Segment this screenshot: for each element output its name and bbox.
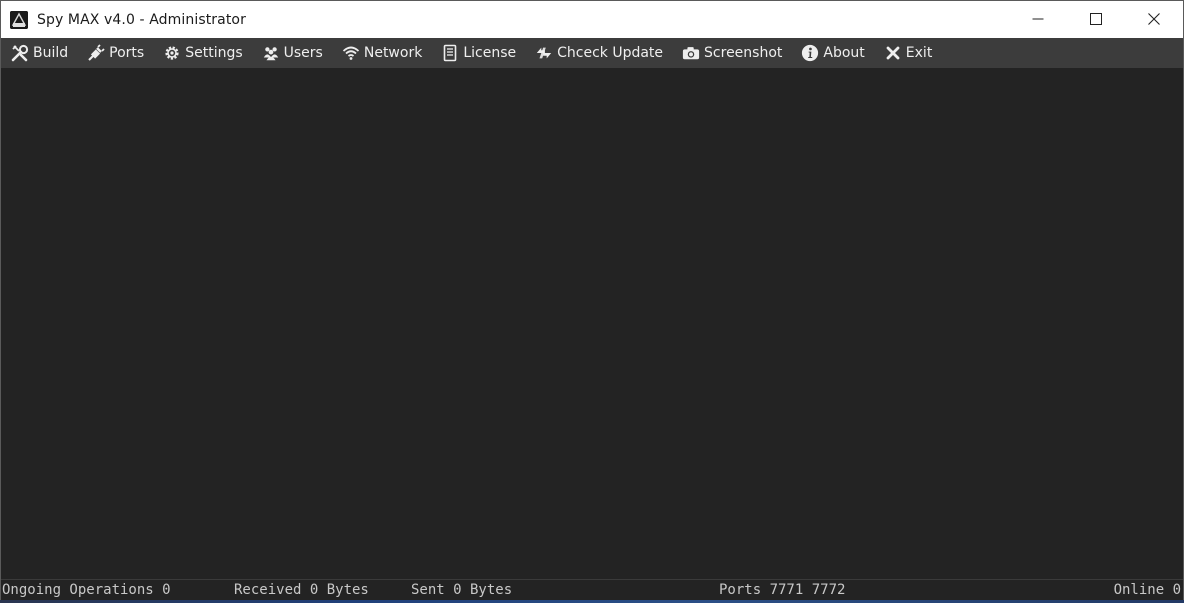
menu-build-label: Build: [33, 45, 69, 61]
status-bar: Ongoing Operations 0 Received 0 Bytes Se…: [1, 579, 1183, 602]
status-ongoing-operations: Ongoing Operations 0: [2, 582, 171, 598]
minimize-button[interactable]: [1009, 1, 1067, 38]
menu-bar: Build Ports Settings Users Network Licen…: [1, 38, 1183, 68]
menu-exit[interactable]: Exit: [884, 38, 933, 68]
main-content-area[interactable]: [1, 68, 1183, 579]
menu-about-label: About: [823, 45, 865, 61]
menu-users[interactable]: Users: [262, 38, 323, 68]
minimize-icon: [1032, 10, 1044, 29]
menu-screenshot[interactable]: Screenshot: [682, 38, 782, 68]
menu-check-update[interactable]: Chceck Update: [535, 38, 663, 68]
document-icon: [441, 44, 459, 62]
camera-icon: [682, 44, 700, 62]
close-icon: [1148, 10, 1160, 29]
gear-icon: [163, 44, 181, 62]
menu-build[interactable]: Build: [11, 38, 68, 68]
info-icon: [801, 44, 819, 62]
status-ports: Ports 7771 7772: [719, 582, 846, 598]
status-received-bytes: Received 0 Bytes: [234, 582, 369, 598]
menu-network-label: Network: [363, 45, 423, 61]
maximize-icon: [1090, 10, 1102, 29]
app-window: Spy MAX v4.0 - Administrator Build Ports…: [0, 0, 1184, 603]
status-sent-bytes: Sent 0 Bytes: [411, 582, 513, 598]
wifi-icon: [342, 44, 360, 62]
menu-screenshot-label: Screenshot: [704, 45, 783, 61]
close-button[interactable]: [1125, 1, 1183, 38]
menu-ports[interactable]: Ports: [87, 38, 144, 68]
users-icon: [262, 44, 280, 62]
menu-settings-label: Settings: [185, 45, 243, 61]
update-icon: [535, 44, 553, 62]
x-icon: [884, 44, 902, 62]
tools-icon: [11, 44, 29, 62]
window-title: Spy MAX v4.0 - Administrator: [37, 11, 246, 28]
status-online-count: Online 0: [1113, 582, 1181, 598]
menu-users-label: Users: [283, 45, 323, 61]
menu-settings[interactable]: Settings: [163, 38, 243, 68]
menu-license-label: License: [463, 45, 517, 61]
menu-ports-label: Ports: [109, 45, 145, 61]
title-bar[interactable]: Spy MAX v4.0 - Administrator: [1, 1, 1183, 38]
menu-license[interactable]: License: [441, 38, 516, 68]
menu-network[interactable]: Network: [342, 38, 422, 68]
plug-icon: [87, 44, 105, 62]
menu-check-update-label: Chceck Update: [557, 45, 664, 61]
menu-exit-label: Exit: [905, 45, 933, 61]
maximize-button[interactable]: [1067, 1, 1125, 38]
app-icon: [10, 10, 28, 29]
menu-about[interactable]: About: [801, 38, 865, 68]
